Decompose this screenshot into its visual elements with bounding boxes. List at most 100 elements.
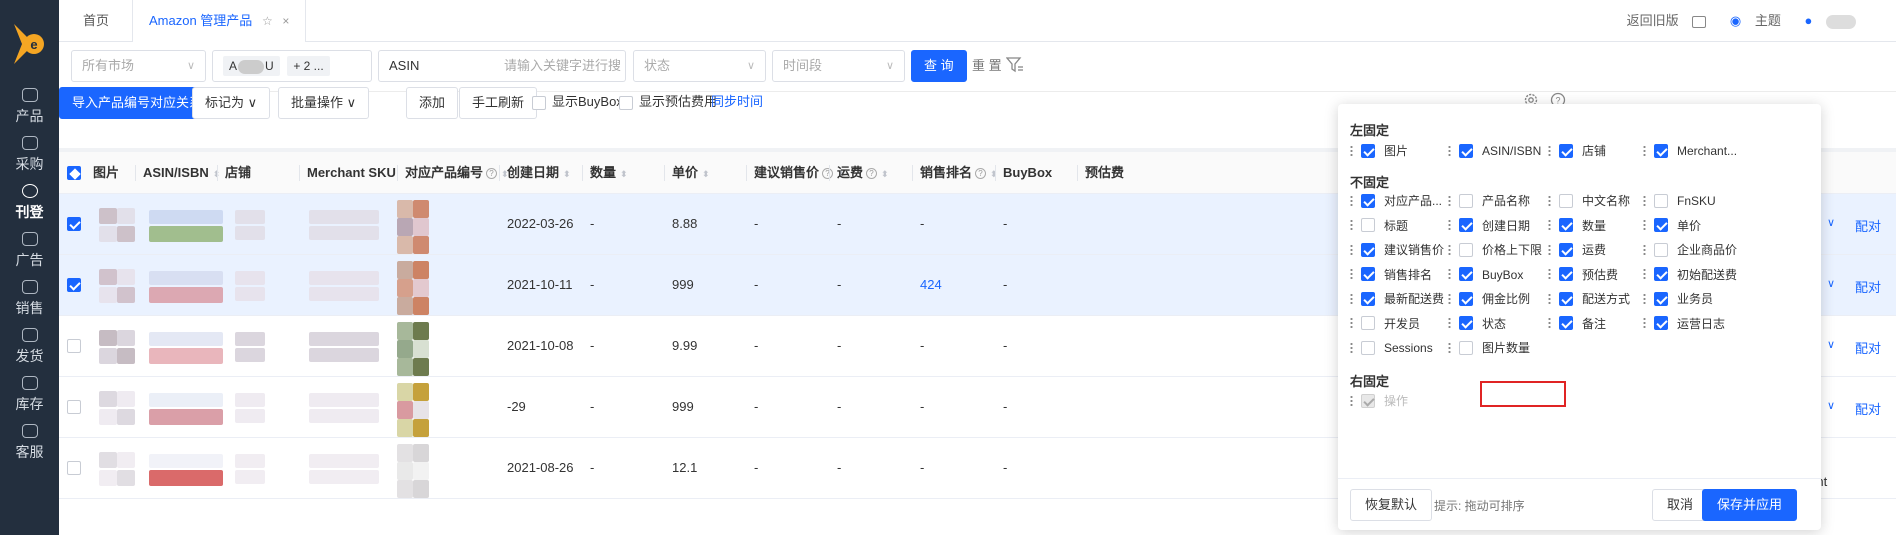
keyword-input[interactable]: 请输入关键字进行搜索 — [494, 50, 626, 103]
drag-handle-icon[interactable] — [1448, 341, 1451, 354]
old-version-link[interactable]: 返回旧版 — [1627, 13, 1679, 28]
drag-handle-icon[interactable] — [1548, 194, 1551, 207]
column-option[interactable]: 运营日志 — [1643, 315, 1753, 331]
mark-as-button[interactable]: 标记为 ∨ — [192, 87, 271, 119]
show-estimated-fee-checkbox[interactable]: 显示预估费用 — [619, 91, 717, 110]
column-option[interactable]: 产品名称 — [1448, 192, 1558, 208]
bulk-actions-button[interactable]: 批量操作 ∨ — [278, 87, 370, 119]
drag-handle-icon[interactable] — [1448, 317, 1451, 330]
column-option[interactable]: 中文名称 — [1548, 192, 1658, 208]
row-checkbox[interactable] — [67, 461, 81, 475]
status-select[interactable]: 状态 ∨ — [633, 50, 766, 82]
drag-handle-icon[interactable] — [1548, 317, 1551, 330]
column-option[interactable]: 图片数量 — [1448, 339, 1558, 355]
drag-handle-icon[interactable] — [1548, 292, 1551, 305]
help-icon[interactable]: ? — [486, 168, 498, 180]
drag-handle-icon[interactable] — [1643, 317, 1646, 330]
drag-handle-icon[interactable] — [1350, 243, 1353, 256]
drag-handle-icon[interactable] — [1350, 341, 1353, 354]
drag-handle-icon[interactable] — [1350, 194, 1353, 207]
column-header[interactable]: 单价 ⬍ — [672, 152, 710, 194]
column-option[interactable]: 单价 — [1643, 217, 1753, 233]
row-checkbox[interactable] — [67, 339, 81, 353]
pair-action-link[interactable]: 配对 — [1855, 338, 1881, 357]
drag-handle-icon[interactable] — [1350, 317, 1353, 330]
cell-rank[interactable]: 424 — [920, 277, 942, 292]
field-select[interactable]: ASIN∨ — [378, 50, 513, 82]
column-option[interactable]: 图片 — [1350, 142, 1460, 158]
drag-handle-icon[interactable] — [1448, 268, 1451, 281]
drag-handle-icon[interactable] — [1548, 268, 1551, 281]
drag-handle-icon[interactable] — [1448, 292, 1451, 305]
filter-funnel-icon[interactable] — [1006, 56, 1024, 74]
manual-refresh-button[interactable]: 手工刷新 — [459, 87, 538, 119]
column-option[interactable]: 创建日期 — [1448, 217, 1558, 233]
column-option[interactable]: ASIN/ISBN — [1448, 142, 1558, 158]
column-option[interactable]: 初始配送费 — [1643, 266, 1753, 282]
select-all-checkbox[interactable] — [67, 166, 81, 180]
sort-icon[interactable]: ⬍ — [563, 169, 571, 179]
chevron-down-icon[interactable]: ∨ — [1827, 277, 1835, 290]
theme-button[interactable]: ◉ 主题 — [1720, 13, 1781, 28]
drag-handle-icon[interactable] — [1643, 144, 1646, 157]
pair-action-link[interactable]: 配对 — [1855, 216, 1881, 235]
market-select[interactable]: 所有市场 ∨ — [71, 50, 206, 82]
column-option[interactable]: 对应产品... — [1350, 192, 1460, 208]
row-checkbox[interactable] — [67, 217, 81, 231]
column-option[interactable]: 状态 — [1448, 315, 1558, 331]
user-menu[interactable]: ● — [1795, 13, 1856, 29]
sort-icon[interactable]: ⬍ — [881, 169, 889, 179]
sort-icon[interactable]: ⬍ — [620, 169, 628, 179]
restore-default-button[interactable]: 恢复默认 — [1350, 489, 1433, 521]
drag-handle-icon[interactable] — [1350, 292, 1353, 305]
add-button[interactable]: 添加 — [406, 87, 459, 119]
drag-handle-icon[interactable] — [1643, 194, 1646, 207]
column-option[interactable]: 开发员 — [1350, 315, 1460, 331]
column-option[interactable]: 标题 — [1350, 217, 1460, 233]
column-option[interactable]: 企业商品价 — [1643, 241, 1753, 257]
chevron-down-icon[interactable]: ∨ — [1827, 399, 1835, 412]
sort-icon[interactable]: ⬍ — [990, 169, 998, 179]
column-header[interactable]: 销售排名? ⬍ — [920, 152, 998, 194]
row-checkbox[interactable] — [67, 400, 81, 414]
drag-handle-icon[interactable] — [1350, 268, 1353, 281]
column-option[interactable]: 业务员 — [1643, 290, 1753, 306]
drag-handle-icon[interactable] — [1350, 219, 1353, 232]
reset-button[interactable]: 重 置 — [972, 50, 1002, 82]
tab-home[interactable]: 首页 — [67, 0, 125, 42]
column-header[interactable]: ASIN/ISBN⬍ — [143, 152, 220, 194]
pair-action-link[interactable]: 配对 — [1855, 277, 1881, 296]
drag-handle-icon[interactable] — [1448, 243, 1451, 256]
sort-icon[interactable]: ⬍ — [702, 169, 710, 179]
column-option[interactable]: 佣金比例 — [1448, 290, 1558, 306]
drag-handle-icon[interactable] — [1548, 219, 1551, 232]
drag-handle-icon[interactable] — [1548, 144, 1551, 157]
drag-handle-icon[interactable] — [1350, 144, 1353, 157]
sync-time-link[interactable]: 同步时间 — [711, 91, 763, 110]
help-icon[interactable]: ? — [822, 168, 834, 180]
tab-amazon-products[interactable]: Amazon 管理产品 ☆ × — [132, 0, 307, 42]
show-buybox-checkbox[interactable]: 显示BuyBox — [532, 91, 623, 110]
column-option[interactable]: 店铺 — [1548, 142, 1658, 158]
column-option[interactable]: 最新配送费 — [1350, 290, 1460, 306]
column-header[interactable]: 创建日期 ⬍ — [507, 152, 571, 194]
column-option[interactable]: 备注 — [1548, 315, 1658, 331]
help-icon[interactable]: ? — [975, 168, 987, 180]
drag-handle-icon[interactable] — [1548, 243, 1551, 256]
column-option[interactable]: 预估费 — [1548, 266, 1658, 282]
column-header[interactable]: 建议销售价? ⬍ — [754, 152, 845, 194]
column-header[interactable]: 对应产品编号? ⬍ — [405, 152, 509, 194]
drag-handle-icon[interactable] — [1643, 292, 1646, 305]
shop-select[interactable]: AU + 2 ... — [212, 50, 372, 82]
close-icon[interactable]: × — [282, 14, 289, 28]
column-option[interactable]: Sessions — [1350, 339, 1460, 355]
column-header[interactable]: 数量 ⬍ — [590, 152, 628, 194]
save-apply-button[interactable]: 保存并应用 — [1702, 489, 1798, 521]
drag-handle-icon[interactable] — [1448, 219, 1451, 232]
drag-handle-icon[interactable] — [1643, 243, 1646, 256]
row-checkbox[interactable] — [67, 278, 81, 292]
time-range-select[interactable]: 时间段 ∨ — [772, 50, 905, 82]
search-button[interactable]: 查 询 — [911, 50, 967, 82]
column-option[interactable]: 价格上下限 — [1448, 241, 1558, 257]
drag-handle-icon[interactable] — [1448, 194, 1451, 207]
